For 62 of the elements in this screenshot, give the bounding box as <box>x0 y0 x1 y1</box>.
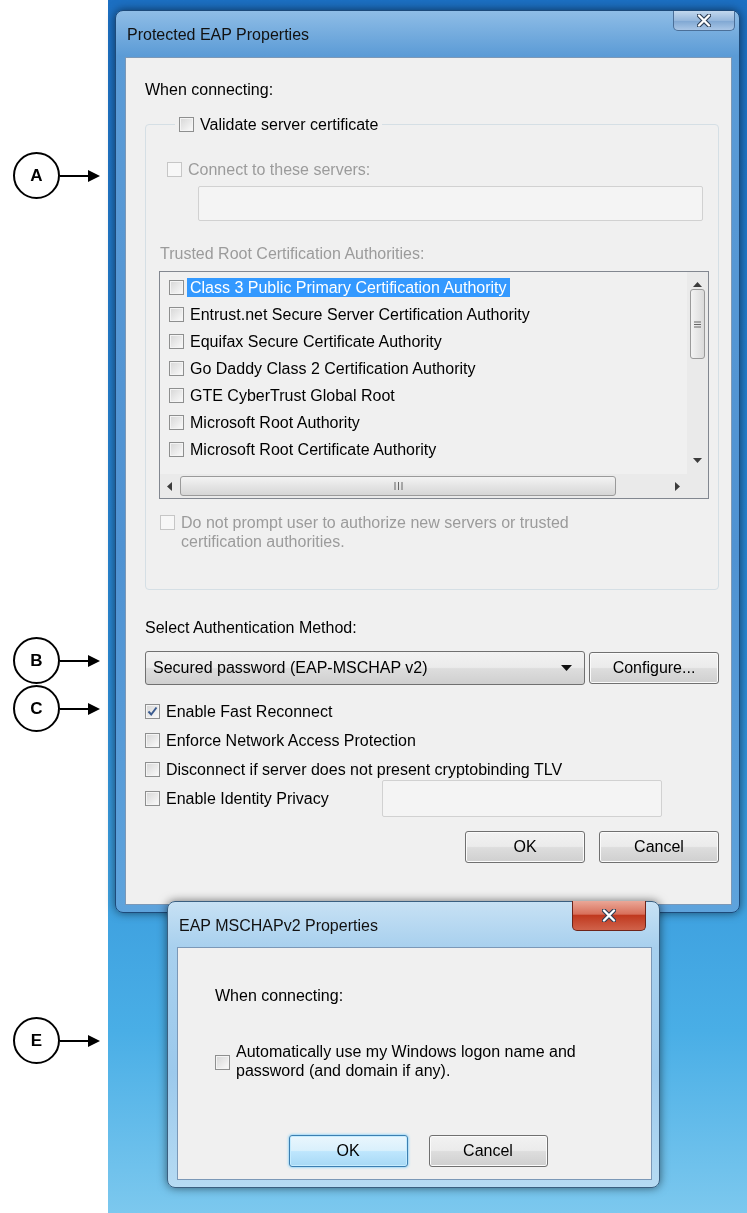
list-item[interactable]: Go Daddy Class 2 Certification Authority <box>187 359 479 378</box>
vertical-scrollbar[interactable] <box>687 272 708 474</box>
checkbox[interactable] <box>169 442 184 457</box>
checkbox[interactable] <box>169 334 184 349</box>
scroll-down-icon[interactable] <box>693 458 702 464</box>
section-label: Select Authentication Method: <box>145 618 358 637</box>
checkbox[interactable] <box>145 791 160 806</box>
checkbox-label: Validate server certificate <box>200 115 379 134</box>
grip-icon <box>694 320 701 328</box>
checkbox[interactable] <box>169 307 184 322</box>
checkbox-label: Connect to these servers: <box>188 160 371 179</box>
checkbox-label: Disconnect if server does not present cryptobinding TLV <box>166 760 563 779</box>
checkbox-label: Enforce Network Access Protection <box>166 731 416 750</box>
close-button[interactable] <box>572 901 646 931</box>
checkbox[interactable] <box>169 280 184 295</box>
callout-marker: A <box>13 152 60 199</box>
close-icon <box>697 14 711 27</box>
dialog-button[interactable]: Cancel <box>599 831 719 863</box>
section-label: When connecting: <box>145 80 275 99</box>
scroll-up-icon[interactable] <box>693 281 702 287</box>
dialog-button[interactable]: OK <box>288 1135 408 1167</box>
window-title: EAP MSCHAPv2 Properties <box>179 916 378 936</box>
checkbox[interactable] <box>145 733 160 748</box>
checkbox[interactable] <box>215 1054 230 1070</box>
scroll-right-icon[interactable] <box>675 481 681 491</box>
close-button[interactable] <box>673 11 735 31</box>
checkbox[interactable] <box>179 117 194 132</box>
list-item[interactable]: Microsoft Root Certificate Authority <box>187 440 440 459</box>
horizontal-scrollbar[interactable] <box>160 474 687 498</box>
checkbox-label: Enable Identity Privacy <box>166 789 329 808</box>
callout-arrow <box>60 169 100 182</box>
list-label: Trusted Root Certification Authorities: <box>160 244 426 263</box>
list-item[interactable]: Equifax Secure Certificate Authority <box>187 332 445 351</box>
dropdown[interactable]: Secured password (EAP-MSCHAP v2) <box>145 651 585 685</box>
list-item[interactable]: Entrust.net Secure Server Certification Authority <box>187 305 533 324</box>
checkbox[interactable] <box>145 762 160 777</box>
checkbox-label: Automatically use my Windows logon name and password (and domain if any). <box>236 1042 577 1080</box>
checkbox[interactable] <box>169 361 184 376</box>
checkbox[interactable] <box>145 704 160 719</box>
callout-marker: C <box>13 685 60 732</box>
callout-marker: E <box>13 1017 60 1064</box>
list-item[interactable]: Microsoft Root Authority <box>187 413 363 432</box>
close-icon <box>602 909 616 922</box>
checkbox-label: Enable Fast Reconnect <box>166 702 333 721</box>
grip-icon <box>393 482 403 490</box>
scroll-left-icon[interactable] <box>166 481 172 491</box>
configure-button[interactable]: Configure... <box>589 652 719 684</box>
list-item[interactable]: GTE CyberTrust Global Root <box>187 386 398 405</box>
caret-icon <box>561 665 572 671</box>
window-title: Protected EAP Properties <box>127 25 310 45</box>
scrollbar-thumb[interactable] <box>690 289 705 359</box>
dialog-button[interactable]: Cancel <box>428 1135 548 1167</box>
checkbox[interactable] <box>169 388 184 403</box>
checkbox[interactable] <box>169 415 184 430</box>
checkbox-label: Do not prompt user to authorize new servers or trusted certification authorities. <box>181 513 570 551</box>
callout-arrow <box>60 1034 100 1047</box>
scrollbar-thumb[interactable] <box>180 476 616 496</box>
section-label: When connecting: <box>215 986 345 1005</box>
dialog-button[interactable]: OK <box>465 831 585 863</box>
callout-arrow <box>60 654 100 667</box>
callout-arrow <box>60 702 100 715</box>
callout-marker: B <box>13 637 60 684</box>
